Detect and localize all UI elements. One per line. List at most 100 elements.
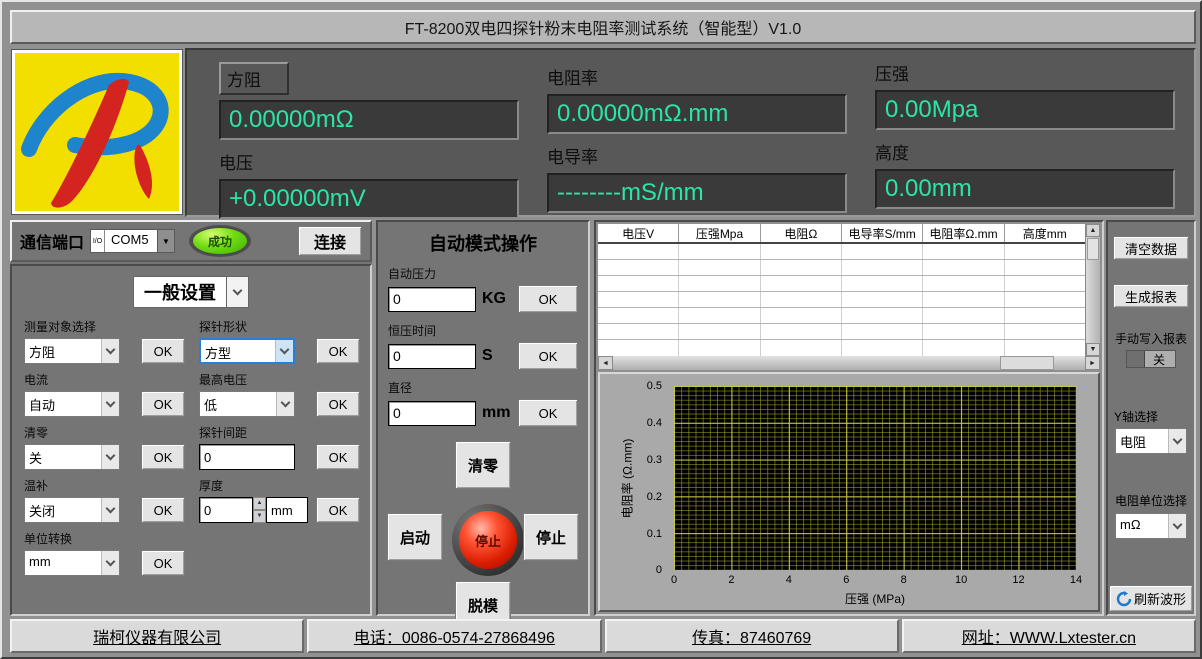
height-value: 0.00mm (875, 169, 1175, 209)
field-probe-spacing: 探针间距 OK (199, 424, 360, 477)
chart-ylabel: 电阻率 (Ω.mm) (619, 424, 636, 534)
scroll-left-icon[interactable]: ◄ (598, 356, 613, 370)
chevron-down-icon[interactable] (101, 445, 119, 469)
auto-pressure-unit: KG (482, 290, 506, 308)
scroll-right-icon[interactable]: ► (1085, 356, 1100, 370)
pressure-value: 0.00Mpa (875, 90, 1175, 130)
auto-pressure-input[interactable] (388, 287, 476, 312)
unit-select[interactable]: mΩ (1115, 513, 1187, 539)
probe-shape-ok-button[interactable]: OK (316, 338, 360, 364)
settings-mode-select[interactable]: 一般设置 (133, 276, 249, 308)
probe-spacing-input[interactable] (199, 444, 295, 470)
chevron-down-icon[interactable] (101, 392, 119, 416)
table-row (598, 324, 1085, 340)
auto-buttons: 清零 启动 停止 停止 脱模 (378, 441, 588, 631)
com-port-select[interactable]: I/O COM5 ▼ (90, 229, 175, 253)
y-axis-select[interactable]: 电阻 (1115, 428, 1187, 454)
resistivity-chart: 电阻率 (Ω.mm) 0.5 0.4 0.3 0.2 0.1 0 0 2 4 6… (598, 372, 1100, 612)
table-row (598, 276, 1085, 292)
field-zero: 清零 关 OK (24, 424, 185, 477)
scrollbar-thumb[interactable] (1000, 356, 1054, 370)
field-hold-time: 恒压时间 S OK (378, 322, 588, 370)
chevron-down-icon[interactable] (101, 551, 119, 575)
clear-data-button[interactable]: 清空数据 (1113, 236, 1189, 260)
chart-plot-area (674, 386, 1076, 570)
max-voltage-ok-button[interactable]: OK (316, 391, 360, 417)
manual-write-label: 手动写入报表 (1110, 330, 1192, 347)
current-select[interactable]: 自动 (24, 391, 120, 417)
unit-convert-label: 单位转换 (24, 530, 185, 547)
hold-time-ok-button[interactable]: OK (518, 342, 578, 370)
scroll-up-icon[interactable]: ▲ (1086, 224, 1100, 237)
field-unit-convert: 单位转换 mm OK (24, 530, 185, 583)
diameter-ok-button[interactable]: OK (518, 399, 578, 427)
chevron-down-icon[interactable] (101, 498, 119, 522)
manual-write-toggle[interactable]: 关 (1126, 350, 1176, 368)
clear-button[interactable]: 清零 (455, 441, 511, 489)
company-name: 瑞柯仪器有限公司 (10, 619, 304, 653)
probe-spacing-ok-button[interactable]: OK (316, 444, 360, 470)
table-row (598, 260, 1085, 276)
temp-comp-select[interactable]: 关闭 (24, 497, 120, 523)
toggle-value: 关 (1153, 351, 1165, 368)
chevron-down-icon[interactable] (101, 339, 119, 363)
stepper-down-icon[interactable]: ▼ (253, 510, 266, 523)
chevron-down-icon[interactable] (275, 340, 293, 362)
probe-spacing-label: 探针间距 (199, 424, 360, 441)
zero-ok-button[interactable]: OK (141, 444, 185, 470)
scrollbar-thumb[interactable] (1087, 238, 1099, 260)
zero-select[interactable]: 关 (24, 444, 120, 470)
current-label: 电流 (24, 371, 185, 388)
hold-time-input[interactable] (388, 344, 476, 369)
table-row (598, 308, 1085, 324)
diameter-input[interactable] (388, 401, 476, 426)
chevron-down-icon[interactable]: ▼ (157, 230, 174, 252)
current-ok-button[interactable]: OK (141, 391, 185, 417)
unit-convert-ok-button[interactable]: OK (141, 550, 185, 576)
fax-number: 传真：87460769 (605, 619, 899, 653)
connection-status-led: 成功 (193, 228, 247, 254)
scrollbar-track[interactable] (613, 356, 1085, 370)
left-panel: 通信端口 I/O COM5 ▼ 成功 连接 一般设置 测量对象选择 (10, 220, 372, 616)
auto-pressure-label: 自动压力 (388, 265, 578, 282)
thickness-ok-button[interactable]: OK (316, 497, 360, 523)
probe-shape-select[interactable]: 方型 (199, 338, 295, 364)
thickness-unit: mm (266, 497, 308, 523)
comm-port-label: 通信端口 (20, 229, 84, 253)
connection-led-ring: 成功 (189, 225, 251, 257)
measure-object-select[interactable]: 方阻 (24, 338, 120, 364)
refresh-waveform-button[interactable]: 刷新波形 (1109, 585, 1193, 612)
toggle-thumb[interactable] (1127, 351, 1145, 367)
temp-comp-ok-button[interactable]: OK (141, 497, 185, 523)
field-probe-shape: 探针形状 方型 OK (199, 318, 360, 371)
stepper-up-icon[interactable]: ▲ (253, 497, 266, 510)
auto-mode-title: 自动模式操作 (378, 230, 588, 256)
connect-button[interactable]: 连接 (298, 226, 362, 256)
max-voltage-select[interactable]: 低 (199, 391, 295, 417)
table-horizontal-scrollbar[interactable]: ◄ ► (598, 356, 1100, 370)
chevron-down-icon[interactable] (227, 276, 249, 308)
start-button[interactable]: 启动 (387, 513, 443, 561)
scroll-down-icon[interactable]: ▼ (1086, 343, 1100, 356)
chevron-down-icon[interactable] (1168, 429, 1186, 453)
stop-button[interactable]: 停止 (523, 513, 579, 561)
table-vertical-scrollbar[interactable]: ▲ ▼ (1085, 224, 1100, 356)
website: 网址：WWW.Lxtester.cn (902, 619, 1196, 653)
emergency-stop-button[interactable]: 停止 (459, 511, 517, 569)
thickness-label: 厚度 (199, 477, 360, 494)
max-voltage-label: 最高电压 (199, 371, 360, 388)
generate-report-button[interactable]: 生成报表 (1113, 284, 1189, 308)
col-height: 高度mm (1005, 224, 1085, 242)
auto-pressure-ok-button[interactable]: OK (518, 285, 578, 313)
settings-mode-value: 一般设置 (133, 276, 227, 308)
thickness-stepper[interactable]: ▲ ▼ (253, 497, 266, 523)
measure-object-label: 测量对象选择 (24, 318, 185, 335)
measure-object-ok-button[interactable]: OK (141, 338, 185, 364)
unit-convert-select[interactable]: mm (24, 550, 120, 576)
voltage-label: 电压 (219, 149, 519, 174)
refresh-icon (1116, 591, 1132, 607)
chevron-down-icon[interactable] (276, 392, 294, 416)
io-icon: I/O (91, 230, 105, 252)
thickness-input[interactable] (199, 497, 253, 523)
chevron-down-icon[interactable] (1168, 514, 1186, 538)
